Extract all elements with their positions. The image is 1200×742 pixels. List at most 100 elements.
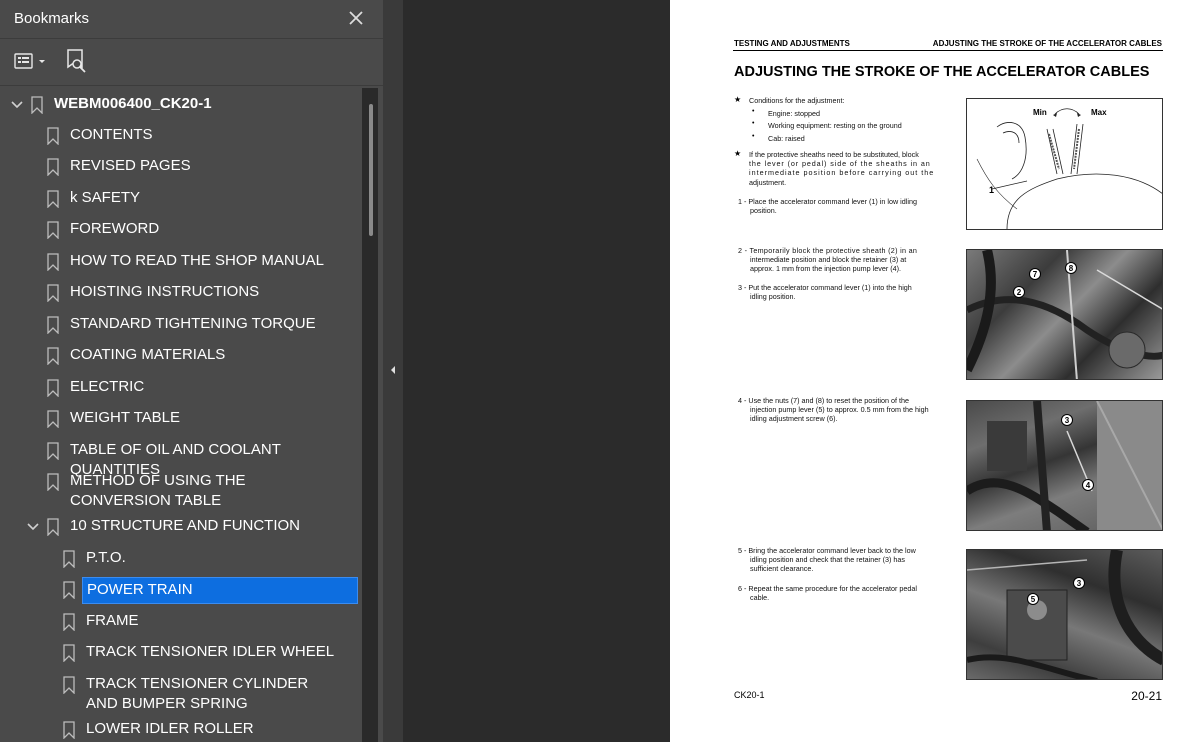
page-title: ADJUSTING THE STROKE OF THE ACCELERATOR … [734,64,1150,80]
scrollbar-thumb[interactable] [369,104,373,236]
bookmark-icon [47,158,59,176]
bookmark-item-pto[interactable]: P.T.O. [0,546,366,572]
bookmark-item-weight-table[interactable]: WEIGHT TABLE [0,406,366,432]
bookmark-icon [63,676,75,694]
figure-photo-pump-lever: 3 4 [966,400,1163,531]
bookmark-item-oil-coolant[interactable]: TABLE OF OIL AND COOLANT QUANTITIES [0,438,366,478]
star-icon: ★ [734,149,742,158]
bookmark-item-electric[interactable]: ELECTRIC [0,375,366,401]
callout-badge: 3 [1061,414,1073,426]
bookmark-icon [47,190,59,208]
bookmark-label: P.T.O. [86,549,126,566]
header-rule [733,50,1163,51]
bookmark-item-structure-function[interactable]: 10 STRUCTURE AND FUNCTION [0,514,366,540]
figure-cable-diagram: Min Max 1 [966,98,1163,230]
sheath-note: intermediate position before carrying ou… [749,168,935,177]
pdf-page: TESTING AND ADJUSTMENTS ADJUSTING THE ST… [670,0,1200,742]
bookmark-label: FRAME [86,612,139,629]
figure-callout: 1 [989,185,995,195]
bookmarks-header: Bookmarks [0,0,383,38]
bookmark-item-revised-pages[interactable]: REVISED PAGES [0,154,366,180]
bookmark-label: COATING MATERIALS [70,346,226,363]
bookmark-item-foreword[interactable]: FOREWORD [0,217,366,243]
bookmark-icon [47,518,59,536]
callout-badge: 5 [1027,593,1039,605]
bullet-icon: • [752,108,755,115]
lever-diagram-icon [976,108,1162,229]
collapse-panel-button[interactable] [388,361,398,379]
bookmark-icon [63,550,75,568]
bookmark-label: REVISED PAGES [70,157,191,174]
figure-label-max: Max [1091,108,1107,117]
bookmark-item-frame[interactable]: FRAME [0,609,366,635]
bookmark-icon [47,347,59,365]
condition-text: Engine: stopped [768,109,820,118]
bookmark-icon [47,284,59,302]
find-bookmark-button[interactable] [64,47,90,75]
bullet-icon: • [752,120,755,127]
callout-badge: 3 [1073,577,1085,589]
bookmark-item-root[interactable]: WEBM006400_CK20-1 [0,92,366,118]
chevron-down-icon[interactable] [26,520,40,534]
close-icon [349,11,363,25]
figure-photo-sheath: 2 7 8 [966,249,1163,380]
bookmark-label: TRACK TENSIONER IDLER WHEEL [86,643,335,660]
bookmark-item-conversion-table[interactable]: METHOD OF USING THE CONVERSION TABLE [0,469,366,513]
bookmark-icon [47,410,59,428]
bookmark-label: POWER TRAIN [82,577,358,604]
options-menu-button[interactable] [12,49,50,73]
find-bookmark-icon [67,49,86,73]
conditions-title: Conditions for the adjustment: [749,96,845,105]
bookmark-item-coating[interactable]: COATING MATERIALS [0,343,366,369]
bullet-icon: • [752,133,755,140]
bookmarks-panel: Bookmarks WEBM006400_CK20-1 CONTENTS REV… [0,0,383,742]
bookmark-label: LOWER IDLER ROLLER [86,720,254,737]
bookmarks-toolbar [0,39,383,83]
bookmark-item-how-to-read[interactable]: HOW TO READ THE SHOP MANUAL [0,249,366,275]
close-panel-button[interactable] [345,6,367,30]
bookmark-item-tensioner-cylinder[interactable]: TRACK TENSIONER CYLINDER AND BUMPER SPRI… [0,672,366,716]
bookmark-item-lower-idler-roller[interactable]: LOWER IDLER ROLLER [0,717,366,742]
bookmark-item-hoisting[interactable]: HOISTING INSTRUCTIONS [0,280,366,306]
bookmark-icon [47,442,59,460]
bookmark-item-idler-wheel[interactable]: TRACK TENSIONER IDLER WHEEL [0,640,366,666]
figure-photo-retainer: 3 5 [966,549,1163,680]
sheath-note: adjustment. [749,178,787,187]
pdf-viewer-app: Bookmarks WEBM006400_CK20-1 CONTENTS REV… [0,0,1200,742]
bookmark-icon [47,221,59,239]
step-text: position. [750,206,777,215]
bookmark-icon [47,127,59,145]
callout-badge: 2 [1013,286,1025,298]
divider [0,85,383,86]
bookmark-tree: WEBM006400_CK20-1 CONTENTS REVISED PAGES… [0,88,366,742]
callout-badge: 4 [1082,479,1094,491]
step-text: cable. [750,593,770,602]
bookmark-icon [47,316,59,334]
bookmark-item-contents[interactable]: CONTENTS [0,123,366,149]
list-options-icon [14,53,45,69]
page-number: 20-21 [1131,689,1162,703]
callout-badge: 8 [1065,262,1077,274]
step-text: idling adjustment screw (6). [750,414,838,423]
bookmark-label: FOREWORD [70,220,160,237]
bookmark-icon [63,644,75,662]
callout-badge: 7 [1029,268,1041,280]
step-text: approx. 1 mm from the injection pump lev… [750,264,901,273]
bookmark-label: CONTENTS [70,126,153,143]
step-text: sufficient clearance. [750,564,814,573]
bookmark-icon [31,96,43,114]
bookmark-item-power-train[interactable]: POWER TRAIN [0,577,366,605]
figure-label-min: Min [1033,108,1047,117]
bookmark-item-safety[interactable]: k SAFETY [0,186,366,212]
bookmark-label: HOW TO READ THE SHOP MANUAL [70,252,324,269]
page-header-right: ADJUSTING THE STROKE OF THE ACCELERATOR … [932,39,1162,48]
chevron-down-icon[interactable] [10,98,24,112]
condition-text: Cab: raised [768,134,805,143]
engine-detail-photo-icon [967,550,1162,679]
bookmark-label: METHOD OF USING THE CONVERSION TABLE [70,472,246,509]
bookmark-label: WEBM006400_CK20-1 [54,95,212,112]
bookmark-label: TRACK TENSIONER CYLINDER AND BUMPER SPRI… [86,675,309,712]
bookmark-item-torque[interactable]: STANDARD TIGHTENING TORQUE [0,312,366,338]
bookmark-label: STANDARD TIGHTENING TORQUE [70,315,316,332]
bookmark-label: WEIGHT TABLE [70,409,181,426]
